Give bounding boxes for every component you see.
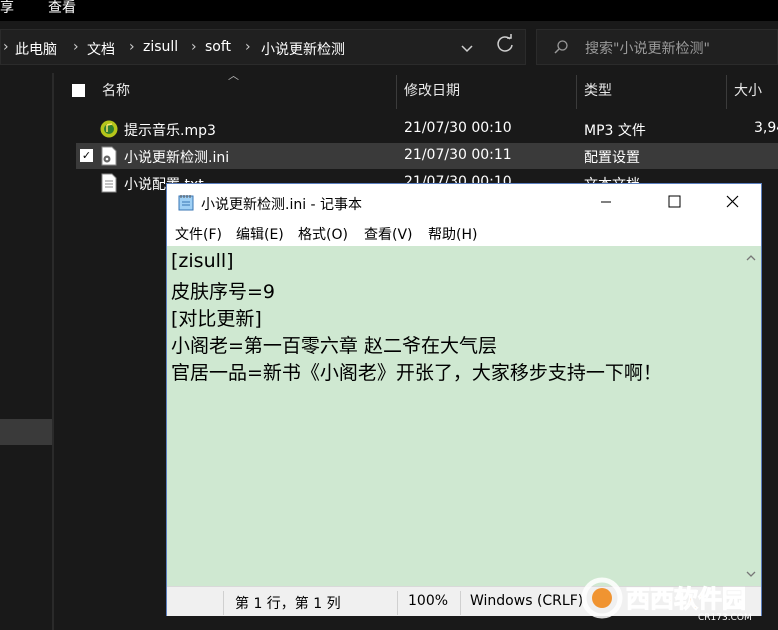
file-date: 21/07/30 00:10 [404,120,512,136]
file-type: MP3 文件 [584,123,646,139]
cursor-position: 第 1 行，第 1 列 [235,596,341,612]
nav-selected-item[interactable] [0,419,52,445]
text-line: 官居一品=新书《小阁老》开张了，大家移步支持一下啊！ [171,362,662,384]
status-divider [397,591,398,615]
file-date: 21/07/30 00:11 [404,147,512,163]
minimize-button[interactable] [583,184,629,220]
breadcrumb-this-pc[interactable]: 此电脑 [15,39,57,59]
zoom-level: 100% [408,593,449,609]
text-line: [zisull] [171,250,234,272]
text-editor-area[interactable]: [zisull] 皮肤序号=9 [对比更新] 小阁老=第一百零六章 赵二爷在大气… [167,246,741,586]
address-bar[interactable]: › 此电脑 › 文档 › zisull › soft › 小说更新检测 [0,29,526,65]
file-row-selected[interactable]: ✓ 小说更新检测.ini 21/07/30 00:11 配置设置 [76,143,778,169]
scroll-up-icon[interactable] [745,252,757,264]
column-header-date[interactable]: 修改日期 [404,73,460,109]
file-size: 3,94 [754,120,778,136]
file-name: 提示音乐.mp3 [124,123,216,139]
breadcrumb-soft[interactable]: soft [205,39,231,55]
menu-format[interactable]: 格式(O) [298,224,348,244]
file-row[interactable]: 提示音乐.mp3 21/07/30 00:10 MP3 文件 3,94 [76,116,778,142]
select-all-checkbox[interactable] [72,84,85,97]
column-divider[interactable] [576,75,577,109]
close-button[interactable] [710,184,756,220]
search-input[interactable]: 搜索"小说更新检测" [536,29,778,65]
breadcrumb-current-folder[interactable]: 小说更新检测 [261,39,345,59]
search-icon [554,40,568,54]
refresh-icon[interactable] [490,29,520,59]
chevron-right-icon: › [191,39,197,55]
notepad-title: 小说更新检测.ini - 记事本 [201,197,363,213]
menu-bar: 文件(F) 编辑(E) 格式(O) 查看(V) 帮助(H) [167,220,761,246]
column-header-name[interactable]: 名称 [102,73,130,109]
chevron-right-icon: › [3,39,9,55]
ribbon-bar: 享 查看 [0,0,778,21]
watermark-text: 西西软件园 [626,585,746,613]
status-divider [460,591,461,615]
line-ending: Windows (CRLF) [470,593,584,609]
sort-up-icon: ︿ [228,69,239,82]
txt-file-icon [101,173,117,193]
menu-edit[interactable]: 编辑(E) [236,224,284,244]
text-line: 皮肤序号=9 [171,281,276,303]
chevron-right-icon: › [129,39,135,55]
search-placeholder: 搜索"小说更新检测" [585,41,710,57]
menu-view[interactable]: 查看(V) [364,224,413,244]
watermark-subtext: CR173.COM [698,613,752,623]
breadcrumb-documents[interactable]: 文档 [87,39,115,59]
navigation-pane [0,73,52,630]
watermark-logo: 西西软件园 CR173.COM [581,577,752,623]
menu-file[interactable]: 文件(F) [175,224,222,244]
column-header-size[interactable]: 大小 [734,73,762,109]
notepad-window: 小说更新检测.ini - 记事本 文件(F) 编辑(E) 格式(O) 查看(V)… [166,183,762,616]
mp3-file-icon [100,120,118,138]
vertical-scrollbar[interactable] [741,246,761,586]
notepad-title-bar[interactable]: 小说更新检测.ini - 记事本 [167,184,761,220]
text-line: 小阁老=第一百零六章 赵二爷在大气层 [171,335,497,357]
file-type: 配置设置 [584,150,640,166]
breadcrumb-zisull[interactable]: zisull [143,39,178,55]
address-row: › 此电脑 › 文档 › zisull › soft › 小说更新检测 搜索"小… [0,21,778,73]
notepad-icon [178,195,194,211]
ini-file-icon [101,146,117,166]
column-header-type[interactable]: 类型 [584,73,612,109]
column-divider[interactable] [396,75,397,109]
chevron-right-icon: › [245,39,251,55]
menu-help[interactable]: 帮助(H) [428,224,477,244]
chevron-right-icon: › [73,39,79,55]
status-divider [223,591,224,615]
text-line: [对比更新] [171,308,262,330]
ribbon-tab-view[interactable]: 查看 [48,0,76,16]
column-divider[interactable] [726,75,727,109]
maximize-button[interactable] [651,184,697,220]
file-name: 小说更新检测.ini [124,150,230,166]
row-checkbox[interactable]: ✓ [80,149,93,162]
ribbon-tab-share[interactable]: 享 [0,0,14,16]
chevron-down-icon[interactable] [459,40,475,56]
